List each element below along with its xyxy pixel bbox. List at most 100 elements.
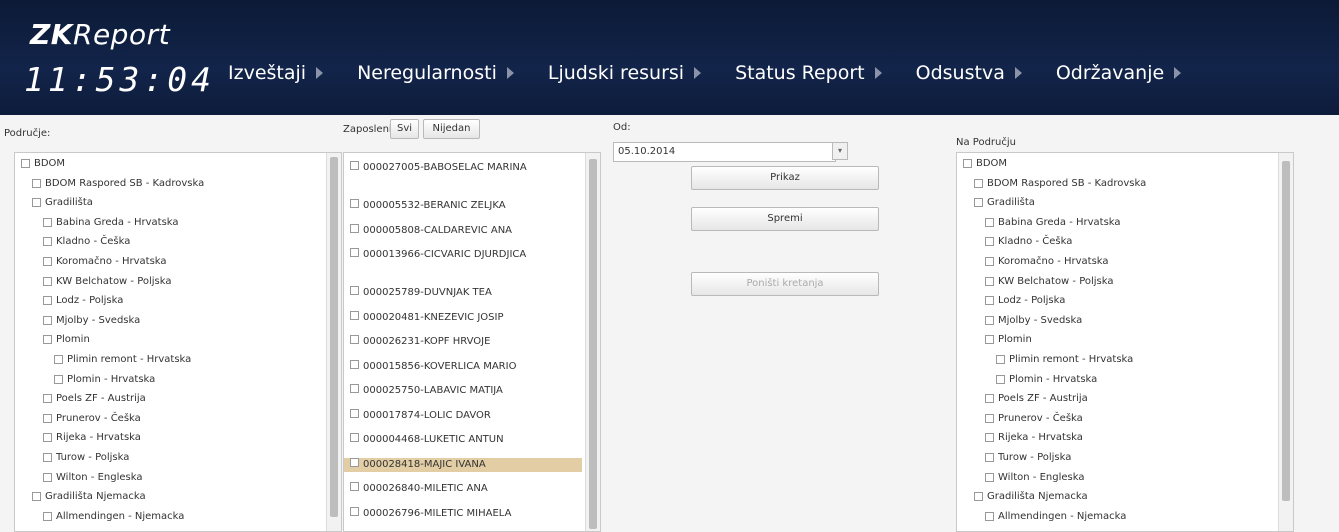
checkbox-icon[interactable]: [350, 310, 359, 320]
date-input[interactable]: [613, 142, 836, 162]
expand-toggle-icon[interactable]: [21, 159, 30, 168]
tree-node[interactable]: Prunerov - Češka: [985, 413, 1083, 424]
tree-node[interactable]: Gradilišta: [974, 197, 1035, 208]
expand-toggle-icon[interactable]: [985, 511, 994, 521]
employee-item[interactable]: 000025750-LABAVIC MATIJA: [350, 384, 586, 398]
expand-toggle-icon[interactable]: [32, 492, 41, 502]
tree-node[interactable]: Koromačno - Hrvatska: [985, 256, 1109, 267]
employee-item[interactable]: 000005532-BERANIC ZELJKA: [350, 199, 586, 213]
expand-toggle-icon[interactable]: [43, 453, 52, 462]
nav-item-status-report[interactable]: Status Report: [735, 62, 916, 84]
tree-node[interactable]: BDOM: [21, 158, 65, 169]
tree-node[interactable]: Wilton - Engleska: [43, 472, 142, 483]
tree-node[interactable]: Kladno - Češka: [43, 236, 130, 247]
employee-item-selected[interactable]: 000028418-MAJIC IVANA: [344, 457, 582, 472]
expand-toggle-icon[interactable]: [54, 374, 63, 384]
tree-node[interactable]: Poels ZF - Austrija: [43, 393, 146, 404]
expand-toggle-icon[interactable]: [985, 472, 994, 482]
show-button[interactable]: Prikaz: [691, 166, 879, 190]
tree-node[interactable]: Plimin remont - Hrvatska: [996, 354, 1133, 365]
calendar-dropdown-icon[interactable]: ▾: [832, 142, 848, 160]
employee-item[interactable]: 000026796-MILETIC MIHAELA: [350, 506, 586, 521]
checkbox-icon[interactable]: [350, 433, 359, 442]
tree-node[interactable]: Allmendingen - Njemacka: [43, 511, 184, 522]
tree-node[interactable]: Mjolby - Svedska: [985, 315, 1082, 326]
area-tree[interactable]: BDOM BDOM Raspored SB - Kadrovska Gradiliš…: [14, 152, 342, 532]
tree-node[interactable]: Rijeka - Hrvatska: [43, 432, 141, 443]
expand-toggle-icon[interactable]: [985, 237, 994, 247]
expand-toggle-icon[interactable]: [974, 178, 983, 188]
expand-toggle-icon[interactable]: [43, 394, 52, 404]
employee-item[interactable]: 000020481-KNEZEVIC JOSIP: [350, 310, 586, 325]
tree-node[interactable]: Lodz - Poljska: [985, 295, 1065, 306]
tree-node[interactable]: Prunerov - Češka: [43, 413, 141, 424]
checkbox-icon[interactable]: [350, 223, 359, 233]
tree-node[interactable]: Babina Greda - Hrvatska: [43, 217, 179, 228]
employees-scrollbar[interactable]: [585, 153, 600, 531]
expand-toggle-icon[interactable]: [32, 198, 41, 208]
expand-toggle-icon[interactable]: [985, 453, 994, 462]
expand-toggle-icon[interactable]: [996, 355, 1005, 364]
tree-node[interactable]: KW Belchatow - Poljska: [985, 276, 1114, 287]
nav-item-ljudski-resursi[interactable]: Ljudski resursi: [548, 62, 735, 84]
expand-toggle-icon[interactable]: [43, 257, 52, 266]
tree-node[interactable]: Plomin - Hrvatska: [54, 374, 155, 385]
in-area-tree-scrollbar[interactable]: [1278, 153, 1293, 531]
area-tree-scroll-thumb[interactable]: [330, 157, 338, 517]
in-area-tree[interactable]: BDOM BDOM Raspored SB - Kadrovska Gradiliš…: [956, 152, 1294, 532]
expand-toggle-icon[interactable]: [43, 511, 52, 521]
employee-item[interactable]: 000015856-KOVERLICA MARIO: [350, 359, 586, 374]
tree-node[interactable]: Rijeka - Hrvatska: [985, 432, 1083, 443]
employee-item[interactable]: 000026840-MILETIC ANA: [350, 482, 586, 496]
employee-item[interactable]: 000004468-LUKETIC ANTUN: [350, 433, 586, 447]
employee-item[interactable]: 000026231-KOPF HRVOJE: [350, 335, 586, 349]
expand-toggle-icon[interactable]: [996, 374, 1005, 384]
employee-item[interactable]: 000005808-CALDAREVIC ANA: [350, 223, 586, 238]
tree-node[interactable]: Kladno - Češka: [985, 236, 1072, 247]
nav-item-izve-taji[interactable]: Izveštaji: [228, 62, 357, 84]
checkbox-icon[interactable]: [350, 506, 359, 516]
in-area-tree-scroll-thumb[interactable]: [1282, 161, 1290, 501]
employee-item[interactable]: 000017874-LOLIC DAVOR: [350, 408, 586, 423]
tree-node[interactable]: Gradilišta: [32, 197, 93, 208]
tree-node[interactable]: BDOM Raspored SB - Kadrovska: [974, 178, 1146, 189]
expand-toggle-icon[interactable]: [963, 159, 972, 168]
checkbox-icon[interactable]: [350, 457, 359, 467]
tree-node[interactable]: Plomin - Hrvatska: [996, 374, 1097, 385]
area-tree-scrollbar[interactable]: [326, 153, 341, 531]
checkbox-icon[interactable]: [350, 248, 359, 257]
expand-toggle-icon[interactable]: [985, 276, 994, 286]
expand-toggle-icon[interactable]: [974, 492, 983, 502]
cancel-movements-button[interactable]: Poništi kretanja: [691, 272, 879, 296]
expand-toggle-icon[interactable]: [985, 335, 994, 345]
checkbox-icon[interactable]: [350, 408, 359, 418]
expand-toggle-icon[interactable]: [43, 472, 52, 482]
expand-toggle-icon[interactable]: [43, 433, 52, 443]
tree-node[interactable]: BDOM: [963, 158, 1007, 169]
tree-node[interactable]: KW Belchatow - Poljska: [43, 276, 172, 287]
tree-node[interactable]: Plomin: [43, 334, 90, 345]
nav-item-neregularnosti[interactable]: Neregularnosti: [357, 62, 548, 84]
employees-list[interactable]: 000027005-BABOSELAC MARINA 000005532-BERA…: [343, 152, 601, 532]
tree-node[interactable]: Babina Greda - Hrvatska: [985, 217, 1121, 228]
checkbox-icon[interactable]: [350, 482, 359, 491]
employee-item[interactable]: 000025789-DUVNJAK TEA: [350, 286, 586, 300]
checkbox-icon[interactable]: [350, 286, 359, 295]
expand-toggle-icon[interactable]: [43, 315, 52, 325]
expand-toggle-icon[interactable]: [43, 413, 52, 423]
expand-toggle-icon[interactable]: [985, 257, 994, 266]
expand-toggle-icon[interactable]: [985, 433, 994, 443]
tree-node[interactable]: BDOM Raspored SB - Kadrovska: [32, 178, 204, 189]
nav-item-odr-avanje[interactable]: Održavanje: [1056, 62, 1182, 84]
expand-toggle-icon[interactable]: [985, 217, 994, 227]
checkbox-icon[interactable]: [350, 335, 359, 344]
checkbox-icon[interactable]: [350, 161, 359, 170]
tree-node[interactable]: Turow - Poljska: [985, 452, 1071, 463]
expand-toggle-icon[interactable]: [54, 355, 63, 364]
employee-item[interactable]: 000027005-BABOSELAC MARINA: [350, 161, 586, 175]
employees-scroll-thumb[interactable]: [589, 159, 597, 529]
checkbox-icon[interactable]: [350, 359, 359, 369]
tree-node[interactable]: Plimin remont - Hrvatska: [54, 354, 191, 365]
tree-node[interactable]: Mjolby - Svedska: [43, 315, 140, 326]
save-button[interactable]: Spremi: [691, 207, 879, 231]
